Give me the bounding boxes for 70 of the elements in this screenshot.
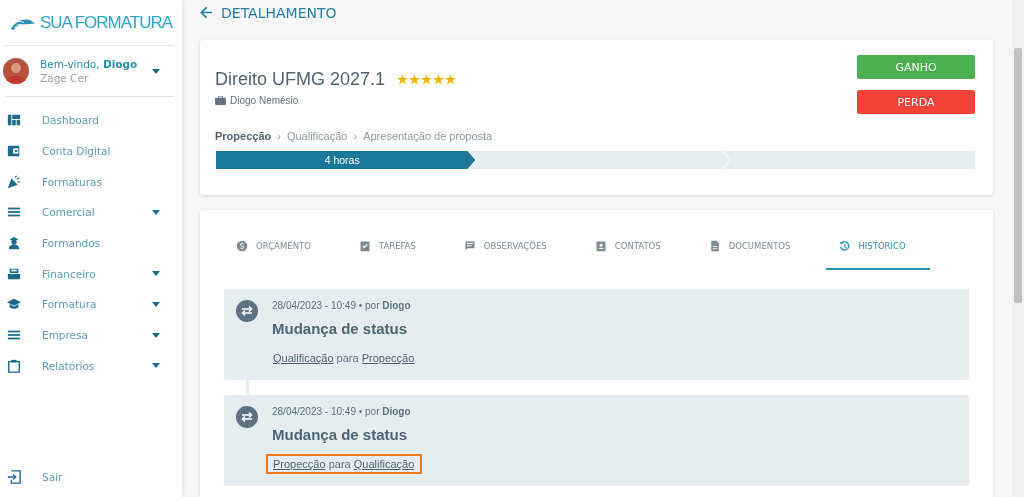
star-icon — [421, 74, 433, 85]
caret-icon[interactable] — [152, 68, 160, 74]
star-icon — [433, 74, 445, 85]
tab[interactable]: CONTATOS — [582, 224, 685, 270]
comment-icon — [463, 240, 476, 252]
status-link[interactable]: Propecção — [273, 458, 326, 470]
cash-register-icon[interactable] — [7, 266, 21, 281]
sidebar-item[interactable]: Financeiro — [42, 267, 152, 280]
wallet-icon[interactable] — [7, 144, 21, 159]
status-link[interactable]: Qualificação — [273, 352, 334, 364]
separator: › — [277, 130, 281, 142]
tab[interactable]: OBSERVAÇÕES — [451, 224, 571, 270]
document-icon — [708, 240, 721, 252]
avatar — [3, 58, 29, 84]
status-link[interactable]: Qualificação — [353, 458, 415, 470]
separator: › — [353, 130, 358, 142]
caret-icon[interactable] — [152, 271, 160, 277]
back-arrow-icon[interactable] — [200, 6, 213, 19]
win-button[interactable]: GANHO — [857, 55, 975, 79]
sidebar-item[interactable]: Formandos — [42, 237, 174, 250]
star-icon — [397, 74, 409, 85]
tab[interactable]: ORÇAMENTO — [224, 224, 335, 270]
entry-title: Mudança de status — [272, 426, 409, 443]
caret-icon[interactable] — [152, 209, 160, 215]
tab[interactable]: TAREFAS — [346, 224, 440, 270]
welcome-text: Bem-vindo, Diogo — [40, 58, 139, 70]
joiner-text: para — [328, 458, 351, 470]
entry-title: Mudança de status — [272, 320, 409, 337]
status-link[interactable]: Propecção — [361, 352, 415, 364]
logout-icon[interactable] — [7, 470, 21, 484]
logo-text: SUA FORMATURA — [40, 12, 173, 33]
breadcrumb-item[interactable]: Apresentação de proposta — [363, 130, 493, 142]
tab[interactable]: DOCUMENTOS — [696, 224, 815, 270]
sidebar-item[interactable]: Formatura — [42, 298, 152, 311]
graduation-cap-icon[interactable] — [7, 297, 21, 312]
sidebar-item[interactable]: Conta Digital — [42, 145, 174, 158]
caret-icon[interactable] — [152, 332, 160, 338]
sidebar-item[interactable]: Formaturas — [42, 175, 174, 188]
clipboard-icon[interactable] — [7, 358, 21, 373]
company-name: Zage Cer — [40, 72, 90, 84]
history-icon — [838, 240, 851, 252]
caret-icon[interactable] — [152, 363, 160, 369]
tab[interactable]: HISTÓRICO — [826, 224, 930, 270]
entry-meta: 28/04/2023 - 10:49 • por Diogo — [272, 406, 412, 417]
page-title: DETALHAMENTO — [221, 4, 337, 21]
contact-card-icon — [594, 240, 607, 252]
scrollbar-thumb[interactable] — [1014, 48, 1022, 303]
sidebar-item[interactable]: Dashboard — [42, 114, 174, 127]
owner-name: Diogo Nemésio — [230, 95, 299, 106]
checklist-icon — [358, 240, 371, 252]
swap-icon — [236, 300, 258, 322]
deal-title: Direito UFMG 2027.1 — [215, 69, 386, 90]
breadcrumb-item[interactable]: Qualificação — [286, 130, 348, 142]
party-popper-icon[interactable] — [7, 174, 21, 189]
dashboard-icon[interactable] — [7, 113, 21, 128]
swap-icon — [236, 406, 258, 428]
logout-link[interactable]: Sair — [42, 471, 174, 483]
loss-button[interactable]: PERDA — [857, 90, 975, 114]
star-icon — [445, 74, 457, 85]
briefcase-icon — [215, 96, 226, 105]
entry-meta: 28/04/2023 - 10:49 • por Diogo — [272, 300, 412, 311]
caret-icon[interactable] — [152, 301, 160, 307]
sidebar-item[interactable]: Empresa — [42, 329, 152, 342]
graduate-icon[interactable] — [7, 236, 21, 251]
breadcrumb-item[interactable]: Propecção — [215, 130, 272, 142]
dollar-icon — [236, 240, 248, 252]
star-icon — [409, 74, 421, 85]
sidebar-item[interactable]: Comercial — [42, 206, 152, 219]
joiner-text: para — [336, 352, 359, 364]
sidebar-item[interactable]: Relatórios — [42, 359, 152, 372]
